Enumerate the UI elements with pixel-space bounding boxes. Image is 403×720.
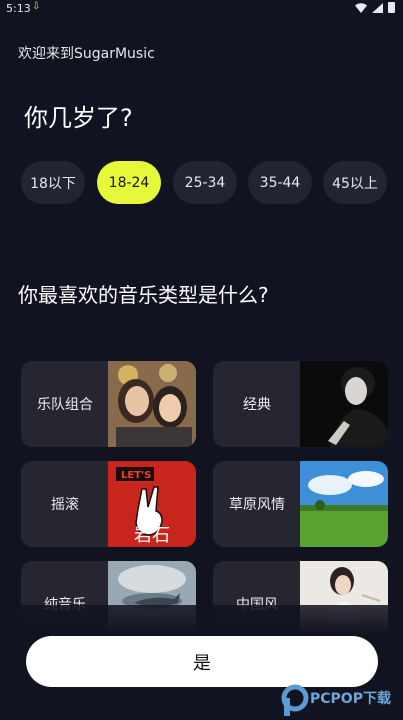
age-chip-label: 25-34 bbox=[184, 174, 226, 191]
status-bar: 5:13 ⇩ bbox=[0, 0, 403, 18]
genre-card-classic[interactable]: 经典 bbox=[213, 361, 388, 447]
genre-image-rock: LET'S 岩石 bbox=[108, 461, 196, 547]
confirm-button-label: 是 bbox=[193, 652, 211, 674]
rock-image-text: 岩石 bbox=[134, 525, 170, 546]
watermark-wordmark: PCPOP下载 bbox=[310, 690, 391, 707]
age-chip-under-18[interactable]: 18以下 bbox=[21, 161, 85, 204]
watermark-p-icon bbox=[281, 684, 309, 716]
genre-image-grassland bbox=[300, 461, 388, 547]
age-chip-18-24[interactable]: 18-24 bbox=[97, 161, 161, 204]
svg-text:PCPOP下载: PCPOP下载 bbox=[310, 690, 391, 707]
age-chip-label: 18以下 bbox=[30, 175, 76, 192]
genre-question: 你最喜欢的音乐类型是什么? bbox=[18, 283, 269, 307]
age-chip-label: 45以上 bbox=[332, 175, 378, 192]
genre-card-rock[interactable]: 摇滚 LET'S 岩石 bbox=[21, 461, 196, 547]
age-options: 18以下 18-24 25-34 35-44 45以上 bbox=[21, 161, 391, 205]
status-icons bbox=[355, 2, 395, 13]
genre-label: 乐队组合 bbox=[37, 397, 93, 413]
download-icon: ⇩ bbox=[32, 1, 41, 12]
battery-icon bbox=[388, 2, 395, 13]
genre-image-band bbox=[108, 361, 196, 447]
confirm-button[interactable]: 是 bbox=[26, 636, 378, 687]
genre-card-grassland[interactable]: 草原风情 bbox=[213, 461, 388, 547]
svg-text:LET'S: LET'S bbox=[121, 470, 151, 481]
genre-label: 摇滚 bbox=[51, 497, 79, 513]
age-chip-label: 18-24 bbox=[108, 174, 150, 191]
age-chip-label: 35-44 bbox=[259, 174, 301, 191]
age-question: 你几岁了? bbox=[24, 104, 133, 132]
age-chip-over-45[interactable]: 45以上 bbox=[323, 161, 387, 204]
signal-icon bbox=[372, 2, 383, 13]
status-time: 5:13 bbox=[6, 2, 31, 15]
genre-label: 草原风情 bbox=[229, 497, 285, 513]
genre-image-classic bbox=[300, 361, 388, 447]
genre-label: 经典 bbox=[243, 397, 271, 413]
age-chip-25-34[interactable]: 25-34 bbox=[173, 161, 237, 204]
wifi-icon bbox=[355, 2, 367, 13]
watermark-logo: PCPOP下载 bbox=[278, 682, 402, 720]
welcome-text: 欢迎来到SugarMusic bbox=[18, 46, 155, 62]
age-chip-35-44[interactable]: 35-44 bbox=[248, 161, 312, 204]
genre-card-band[interactable]: 乐队组合 bbox=[21, 361, 196, 447]
